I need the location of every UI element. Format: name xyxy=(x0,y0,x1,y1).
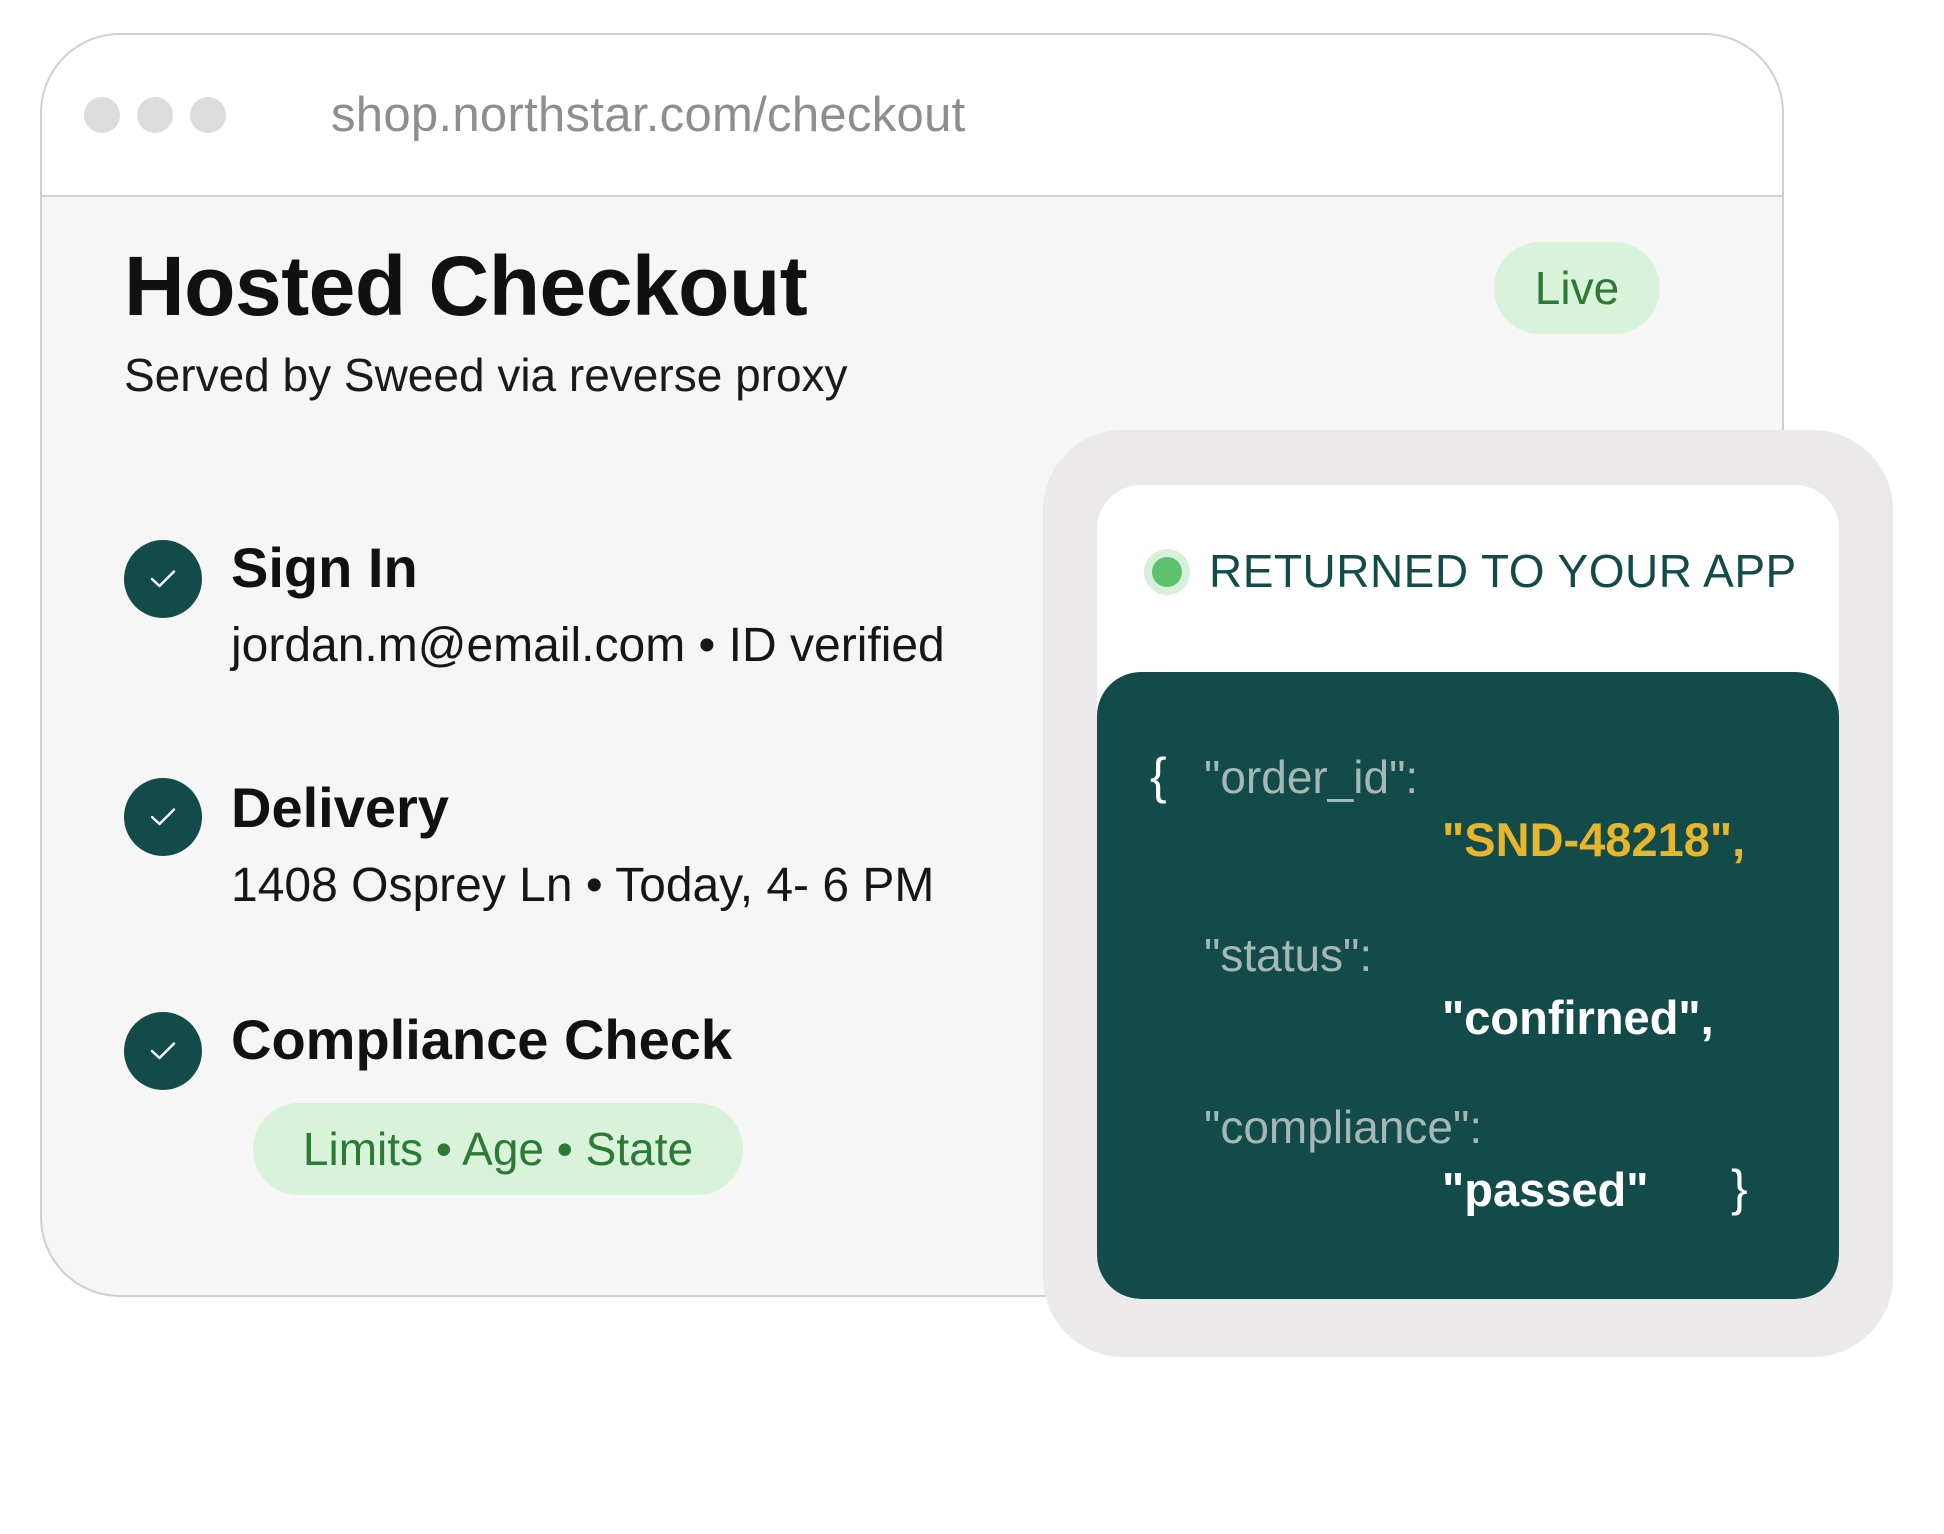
window-control-dot[interactable] xyxy=(84,97,120,133)
window-control-dot[interactable] xyxy=(190,97,226,133)
app-card: RETURNED TO YOUR APP { "order_id": "SND-… xyxy=(1097,485,1839,1299)
code-open-brace: { xyxy=(1150,748,1167,804)
code-value-status: "confirned", xyxy=(1442,991,1714,1044)
code-key-order-id: "order_id": xyxy=(1204,751,1419,803)
code-key-status: "status": xyxy=(1204,929,1373,981)
green-status-dot-icon xyxy=(1152,557,1182,587)
url-text[interactable]: shop.northstar.com/checkout xyxy=(331,87,966,143)
code-close-brace: } xyxy=(1731,1160,1748,1216)
step-detail: 1408 Osprey Ln • Today, 4- 6 PM xyxy=(231,859,935,912)
step-title: Sign In xyxy=(231,536,418,599)
code-value-order-id: "SND-48218", xyxy=(1442,813,1746,866)
browser-address-bar: shop.northstar.com/checkout xyxy=(42,35,1782,197)
code-value-compliance: "passed" xyxy=(1442,1163,1649,1216)
compliance-tag: Limits • Age • State xyxy=(253,1103,743,1195)
json-code-block: { "order_id": "SND-48218", "status": "co… xyxy=(1097,672,1839,1299)
live-status-badge: Live xyxy=(1494,242,1660,334)
check-icon xyxy=(124,1012,202,1090)
step-title: Compliance Check xyxy=(231,1008,733,1071)
page-title: Hosted Checkout xyxy=(124,239,808,333)
check-icon xyxy=(124,778,202,856)
app-card-title: RETURNED TO YOUR APP xyxy=(1209,545,1797,597)
window-control-dot[interactable] xyxy=(137,97,173,133)
step-detail: jordan.m@email.com • ID verified xyxy=(231,619,945,672)
code-key-compliance: "compliance": xyxy=(1204,1101,1483,1153)
page-subtitle: Served by Sweed via reverse proxy xyxy=(124,349,848,401)
step-title: Delivery xyxy=(231,776,449,839)
check-icon xyxy=(124,540,202,618)
